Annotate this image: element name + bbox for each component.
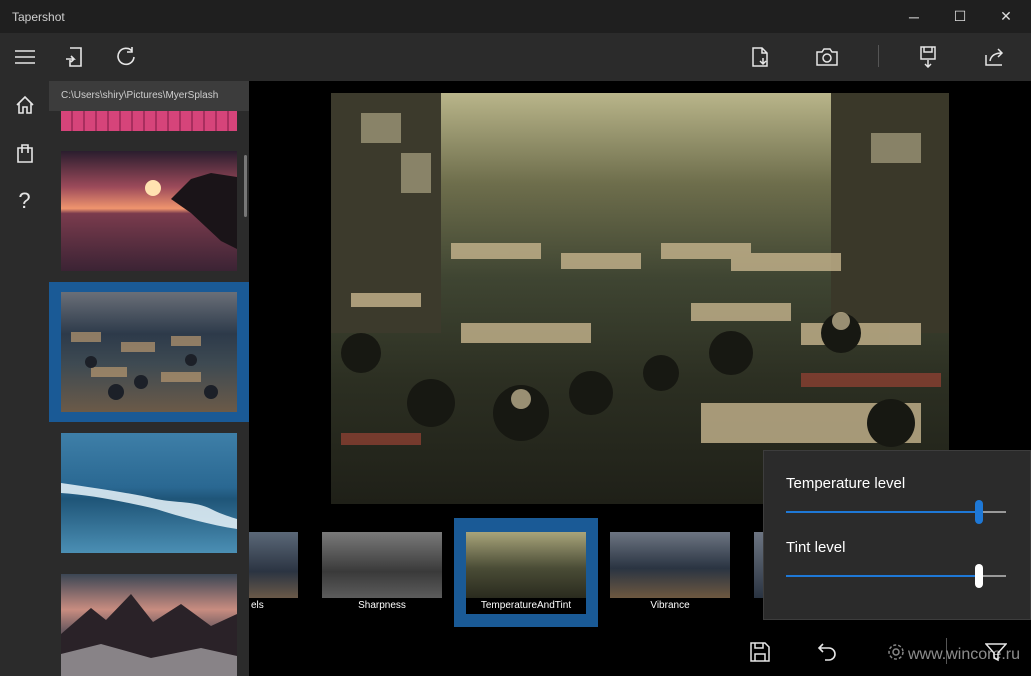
adjustment-flyout: Temperature level Tint level [763, 450, 1031, 620]
filter-thumbnail [249, 532, 298, 598]
watermark: www.wincore.ru [908, 646, 1021, 663]
camera-icon [816, 48, 838, 66]
help-icon: ? [18, 188, 31, 213]
filter-sharpness[interactable]: Sharpness [322, 532, 442, 614]
thumbnail-mountain-sunset[interactable] [61, 574, 237, 676]
filter-thumbnail [322, 532, 442, 598]
minimize-icon: ─ [909, 8, 919, 25]
app-title: Tapershot [12, 10, 65, 24]
rotate-icon [117, 47, 135, 66]
hamburger-menu-button[interactable] [0, 33, 49, 81]
save-icon [750, 642, 770, 662]
top-toolbar [49, 33, 1031, 81]
slider-track [983, 511, 1006, 513]
filter-levels[interactable]: els [249, 532, 298, 614]
home-button[interactable] [0, 81, 49, 129]
hamburger-menu-icon [14, 50, 35, 64]
maximize-icon: ☐ [953, 8, 967, 24]
store-button[interactable] [0, 129, 49, 177]
save-button[interactable] [736, 628, 784, 676]
open-file-button[interactable] [51, 33, 99, 81]
camera-button[interactable] [803, 33, 851, 81]
slider-thumb[interactable] [975, 564, 983, 588]
wave-shape [61, 483, 237, 529]
temperature-label: Temperature level [786, 475, 906, 492]
image-list-panel: C:\Users\shiry\Pictures\MyerSplash [49, 81, 249, 676]
tint-slider[interactable] [786, 564, 1006, 588]
save-download-icon [920, 46, 936, 68]
toolbar-separator [878, 45, 879, 67]
folder-path: C:\Users\shiry\Pictures\MyerSplash [49, 81, 249, 111]
store-bag-icon [16, 144, 33, 163]
temperature-slider[interactable] [786, 500, 1006, 524]
share-icon [985, 48, 1004, 66]
panel-scrollbar[interactable] [244, 155, 247, 217]
street-scene [331, 93, 949, 447]
slider-track [983, 575, 1006, 577]
undo-button[interactable] [803, 628, 851, 676]
close-button[interactable]: ✕ [983, 0, 1029, 33]
crowd-pattern [71, 332, 218, 400]
filter-thumbnail [610, 532, 730, 598]
minimize-button[interactable]: ─ [891, 0, 937, 33]
nav-rail: ? [0, 33, 49, 676]
tint-label: Tint level [786, 539, 846, 556]
rotate-button[interactable] [102, 33, 150, 81]
filter-label: Vibrance [610, 598, 730, 614]
main-preview-image [331, 93, 949, 504]
thumbnail-ocean-wave[interactable] [61, 433, 237, 553]
filter-thumbnail [466, 532, 586, 598]
thumbnail-sunset-sea[interactable] [61, 151, 237, 271]
sunset-silhouette [145, 173, 237, 249]
filter-temperature-and-tint[interactable]: TemperatureAndTint [466, 532, 586, 614]
save-download-button[interactable] [904, 33, 952, 81]
export-file-icon [752, 47, 768, 67]
share-button[interactable] [971, 33, 1019, 81]
filter-vibrance[interactable]: Vibrance [610, 532, 730, 614]
close-icon: ✕ [1000, 8, 1012, 24]
filter-thumbnail [754, 532, 763, 598]
thumbnail-pink-pattern[interactable] [61, 111, 237, 131]
filter-label: Sharpness [322, 598, 442, 614]
help-button[interactable]: ? [0, 177, 49, 225]
open-file-icon [66, 47, 82, 67]
slider-thumb[interactable] [975, 500, 983, 524]
slider-fill [786, 575, 975, 577]
home-icon [15, 95, 34, 114]
app-window: Tapershot ─ ☐ ✕ ? C:\Users\shiry\Picture… [0, 0, 1031, 676]
filter-label: TemperatureAndTint [466, 598, 586, 614]
title-bar: Tapershot ─ ☐ ✕ [0, 0, 1031, 33]
mountain-silhouette [61, 594, 237, 676]
maximize-button[interactable]: ☐ [937, 0, 983, 33]
settings-icon [888, 644, 904, 660]
slider-fill [786, 511, 975, 513]
filter-next[interactable] [754, 532, 763, 614]
thumbnail-crowded-street[interactable] [61, 292, 237, 412]
export-file-button[interactable] [736, 33, 784, 81]
undo-icon [817, 643, 836, 661]
filter-label: els [249, 598, 298, 614]
